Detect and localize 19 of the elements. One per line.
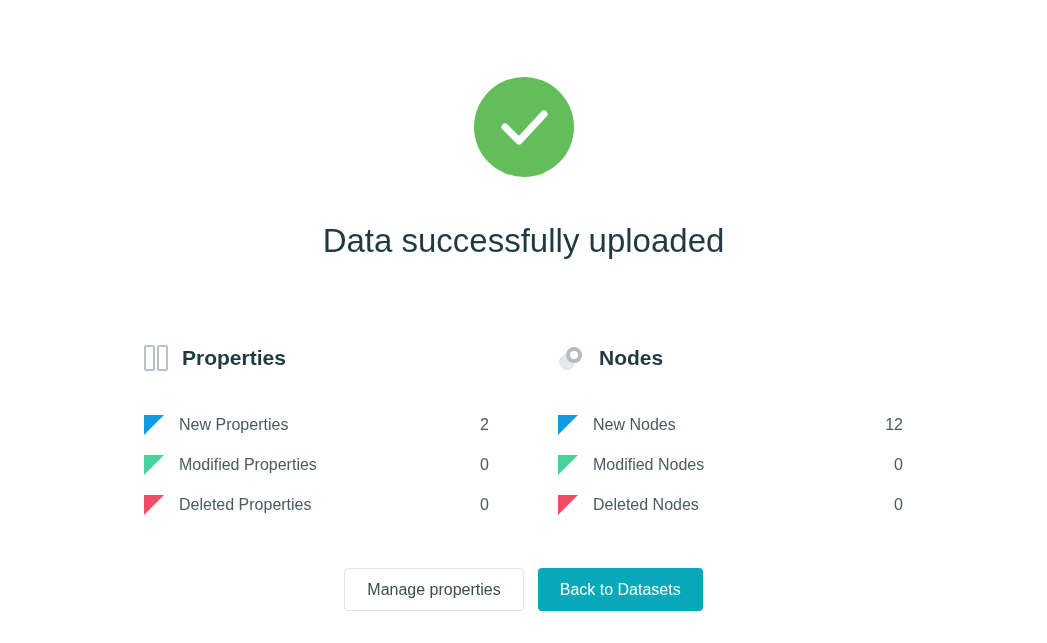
page-title: Data successfully uploaded [322,221,725,261]
manage-button[interactable]: Manage properties [344,568,524,611]
stat-label: New Nodes [593,415,676,435]
columns-icon [144,345,168,371]
stat-label: New Properties [179,415,289,435]
stat-count: 0 [480,495,489,515]
stat-label: Modified Properties [179,455,317,475]
stat-label: Modified Nodes [593,455,705,475]
stat-label: Deleted Properties [179,495,312,515]
circles-icon [558,344,585,372]
stat-count: 0 [480,455,489,475]
stat-count: 0 [894,495,903,515]
stat-count: 12 [885,415,903,435]
stat-count: 2 [480,415,489,435]
success-check-icon [473,77,574,177]
stat-label: Deleted Nodes [593,495,699,515]
section-heading: Properties [182,345,286,372]
section-heading: Nodes [599,345,664,372]
stat-count: 0 [894,455,903,475]
